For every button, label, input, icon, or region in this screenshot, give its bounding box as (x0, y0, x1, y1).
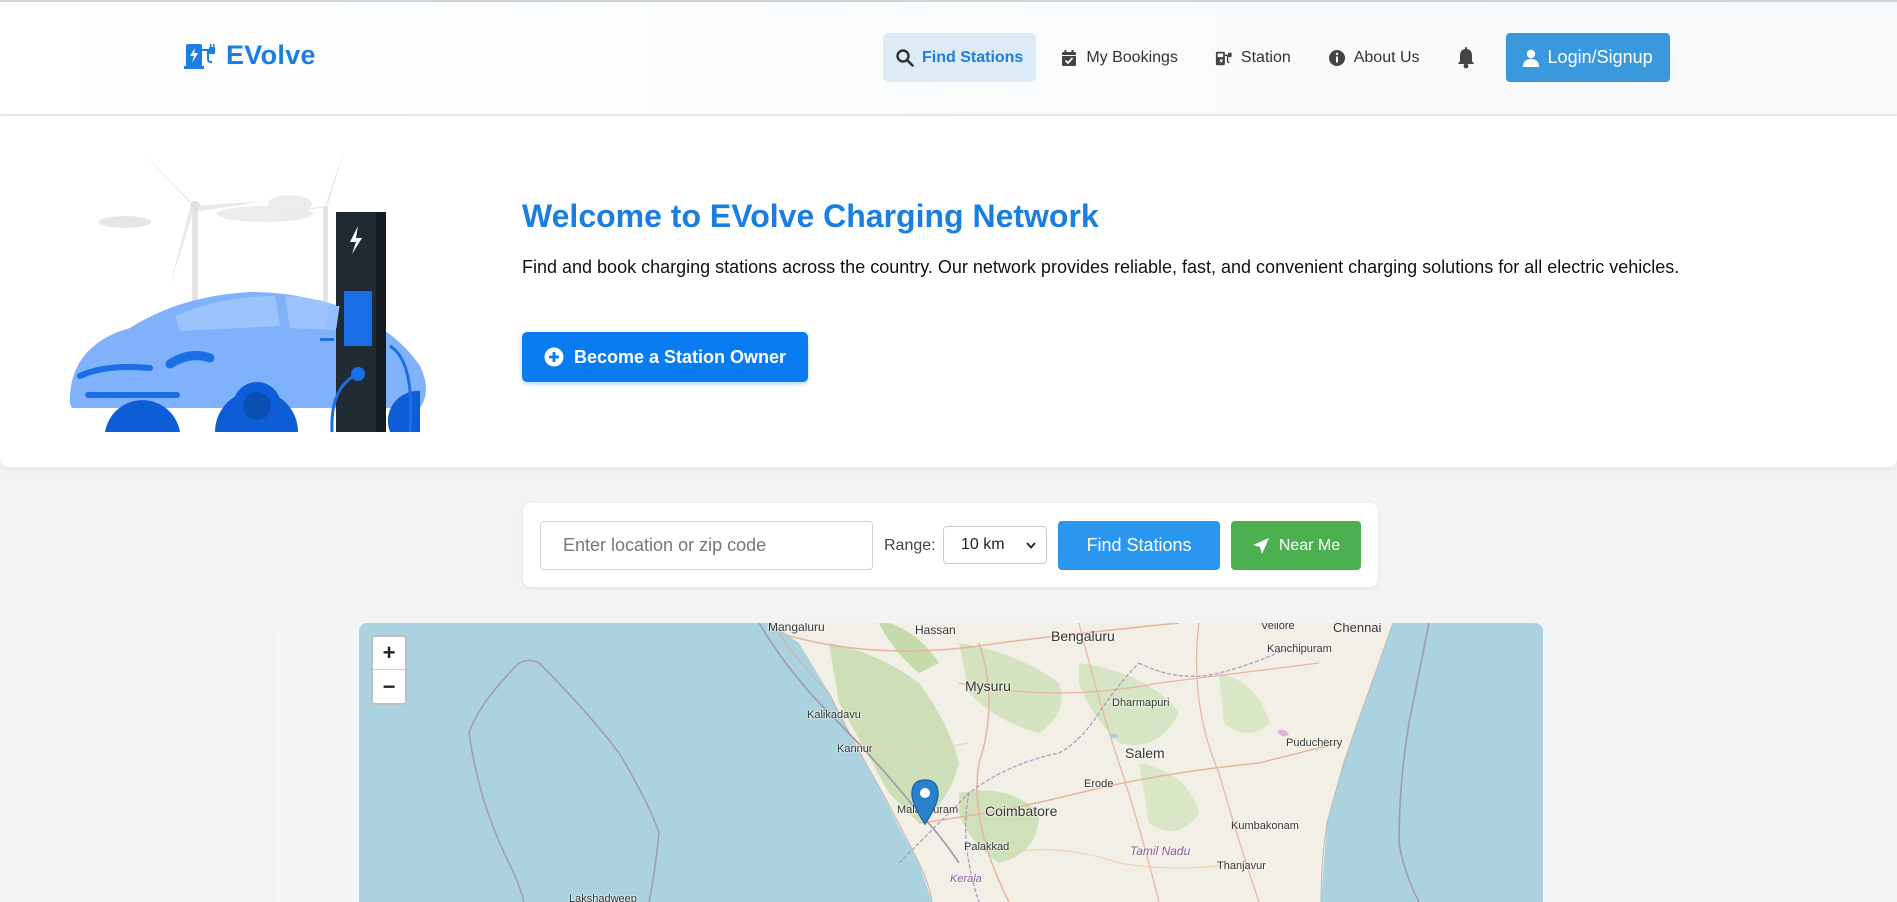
map-place-label: Dharmapuri (1112, 697, 1170, 709)
hero-description: Find and book charging stations across t… (522, 257, 1680, 277)
range-select[interactable]: 10 km (943, 526, 1047, 564)
map-place-label: Erode (1084, 778, 1114, 790)
nav-find-stations-label: Find Stations (922, 48, 1024, 66)
hero-title: Welcome to EVolve Charging Network (522, 198, 1099, 234)
info-icon (1328, 49, 1345, 66)
navbar: EVolve Find Stations My Bookings Station… (0, 0, 1897, 114)
stations-map[interactable]: Mangaluru Hassan Bengaluru Vellore Chenn… (359, 623, 1543, 902)
zoom-out-button[interactable]: − (373, 670, 405, 703)
search-icon (896, 48, 914, 67)
nav-find-stations[interactable]: Find Stations (883, 33, 1037, 82)
charging-station-icon (1215, 51, 1232, 65)
map-place-label: Mangaluru (768, 623, 825, 634)
ev-charger-logo-icon (184, 43, 215, 69)
nav-my-bookings-label: My Bookings (1086, 48, 1178, 66)
main-nav: Find Stations My Bookings Station About … (883, 33, 1670, 82)
map-region-label: Tamil Nadu (1130, 844, 1191, 858)
map-place-label: Chennai (1333, 623, 1382, 635)
login-signup-label: Login/Signup (1547, 47, 1653, 67)
station-search-bar: Range: 10 km Find Stations Near Me (523, 503, 1378, 587)
zoom-in-button[interactable]: + (373, 637, 405, 670)
map-place-label: Salem (1125, 745, 1165, 761)
map-place-label: Thanjavur (1217, 860, 1266, 872)
map-zoom-control: + − (371, 635, 407, 705)
brand-name: EVolve (226, 40, 316, 70)
become-station-owner-label: Become a Station Owner (573, 346, 787, 367)
login-signup-button[interactable]: Login/Signup (1505, 33, 1670, 82)
plus-circle-icon (544, 347, 564, 367)
near-me-button-label: Near Me (1278, 536, 1341, 554)
find-stations-button[interactable]: Find Stations (1058, 521, 1220, 570)
map-place-label: Bengaluru (1051, 628, 1115, 644)
chevron-down-icon (1026, 541, 1036, 549)
range-select-value: 10 km (961, 536, 1005, 553)
map-place-label: Puducherry (1286, 737, 1343, 749)
calendar-check-icon (1062, 49, 1077, 66)
become-station-owner-button[interactable]: Become a Station Owner (522, 332, 808, 382)
location-search-input[interactable] (540, 521, 873, 570)
map-place-label: Lakshadweep (569, 893, 637, 902)
nav-about-us-label: About Us (1353, 48, 1420, 66)
map-place-label: Hassan (915, 623, 956, 637)
map-place-label: Kalikadavu (807, 709, 861, 721)
map-place-label: Palakkad (964, 841, 1010, 853)
map-place-label: Kumbakonam (1231, 820, 1299, 832)
map-place-label: Mysuru (965, 678, 1011, 694)
location-arrow-icon (1252, 537, 1269, 554)
map-place-label: Kanchipuram (1267, 643, 1332, 655)
map-marker-icon[interactable] (909, 778, 941, 826)
find-stations-button-label: Find Stations (1086, 535, 1192, 555)
brand-logo[interactable]: EVolve (184, 40, 316, 71)
range-label: Range: (884, 537, 936, 554)
nav-my-bookings[interactable]: My Bookings (1047, 33, 1191, 82)
notifications-button[interactable] (1444, 33, 1488, 82)
map-place-label: Vellore (1261, 623, 1295, 632)
map-place-label: Kannur (837, 743, 873, 755)
bell-icon (1457, 46, 1474, 68)
map-region-label: Kerala (950, 873, 982, 885)
nav-station[interactable]: Station (1202, 33, 1304, 82)
near-me-button[interactable]: Near Me (1231, 521, 1361, 570)
user-icon (1522, 49, 1539, 67)
nav-about-us[interactable]: About Us (1315, 33, 1433, 82)
map-place-label: Coimbatore (985, 803, 1058, 819)
hero-section: Welcome to EVolve Charging Network Find … (0, 116, 1897, 467)
map-tiles (468, 623, 1430, 902)
ev-charging-illustration (69, 148, 426, 432)
nav-station-label: Station (1240, 48, 1291, 66)
